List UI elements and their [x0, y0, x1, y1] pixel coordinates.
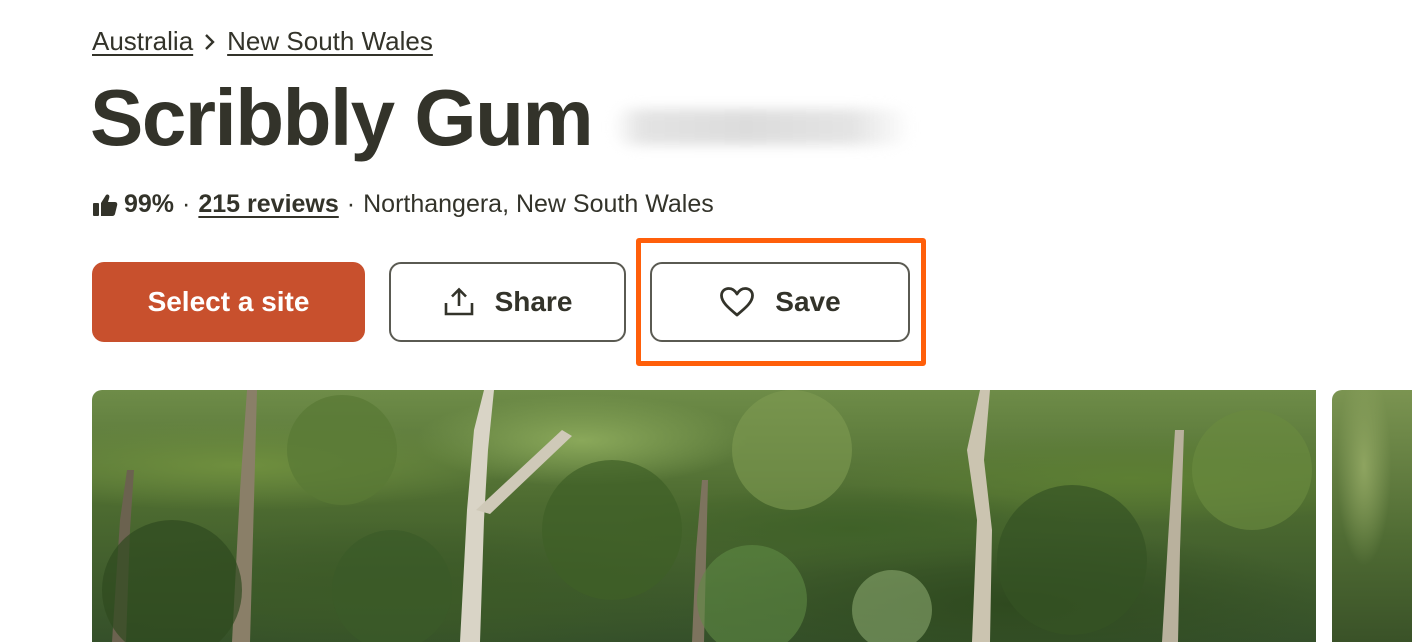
save-label: Save — [775, 286, 841, 317]
campground-photo-main[interactable] — [92, 390, 1316, 642]
heart-icon — [719, 286, 755, 318]
share-button[interactable]: Share — [389, 262, 626, 342]
title-row: Scribbly Gum — [90, 73, 913, 162]
campground-meta: 99% · 215 reviews · Northangera, New Sou… — [92, 190, 714, 219]
breadcrumb: Australia New South Wales — [92, 26, 433, 57]
select-a-site-button[interactable]: Select a site — [92, 262, 365, 342]
forest-photo-art — [102, 390, 1312, 642]
thumbs-up-icon — [92, 193, 118, 217]
share-upload-icon — [443, 287, 475, 317]
campground-page: Australia New South Wales Scribbly Gum 9… — [0, 0, 1412, 642]
location-text: Northangera, New South Wales — [363, 190, 714, 218]
meta-separator: · — [346, 190, 356, 218]
breadcrumb-australia[interactable]: Australia — [92, 26, 193, 57]
blurred-subtitle — [612, 109, 913, 145]
rating-percent: 99% — [124, 190, 175, 218]
save-button[interactable]: Save — [650, 262, 910, 342]
share-label: Share — [494, 286, 573, 317]
reviews-link[interactable]: 215 reviews — [198, 190, 338, 219]
campground-photo-secondary[interactable] — [1332, 390, 1412, 642]
page-title: Scribbly Gum — [90, 73, 594, 162]
photo-gallery — [92, 390, 1412, 642]
select-a-site-label: Select a site — [147, 286, 310, 317]
meta-separator: · — [182, 190, 191, 218]
breadcrumb-new-south-wales[interactable]: New South Wales — [227, 26, 433, 57]
chevron-right-icon — [203, 33, 217, 51]
